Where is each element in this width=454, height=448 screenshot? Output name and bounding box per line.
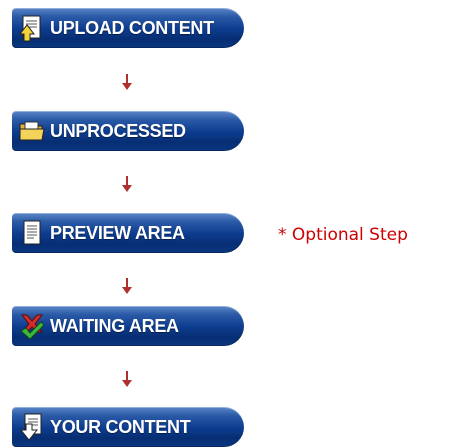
your-content-label: YOUR CONTENT	[50, 416, 191, 437]
your-content-button[interactable]: YOUR CONTENT	[12, 407, 244, 447]
flow-arrow-1	[122, 74, 132, 90]
flow-arrow-4	[122, 371, 132, 387]
upload-content-label: UPLOAD CONTENT	[50, 17, 214, 38]
flow-arrow-3	[122, 278, 132, 294]
preview-area-label: PREVIEW AREA	[50, 222, 185, 243]
optional-step-note: * Optional Step	[278, 225, 408, 245]
flow-arrow-2	[122, 176, 132, 192]
upload-content-button[interactable]: UPLOAD CONTENT	[12, 8, 244, 48]
cross-check-icon	[20, 314, 45, 340]
unprocessed-button[interactable]: UNPROCESSED	[12, 111, 244, 151]
preview-area-button[interactable]: PREVIEW AREA	[12, 213, 244, 253]
unprocessed-label: UNPROCESSED	[50, 120, 186, 141]
upload-document-icon	[18, 15, 41, 42]
waiting-area-button[interactable]: WAITING AREA	[12, 306, 244, 346]
waiting-area-label: WAITING AREA	[50, 315, 179, 336]
folder-icon	[19, 121, 45, 141]
download-document-icon	[19, 413, 42, 441]
document-icon	[23, 220, 41, 245]
